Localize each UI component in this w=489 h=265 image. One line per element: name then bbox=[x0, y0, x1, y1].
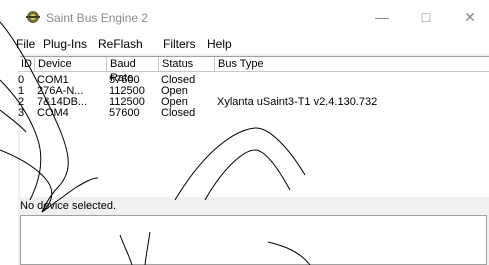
cell-status: Closed bbox=[161, 107, 196, 119]
maximize-button[interactable]: □ bbox=[416, 8, 436, 26]
menu-plug-ins[interactable]: Plug-Ins bbox=[43, 37, 87, 51]
column-header-bus-type[interactable]: Bus Type bbox=[215, 57, 489, 72]
close-button[interactable]: ✕ bbox=[460, 8, 480, 26]
column-header-device[interactable]: Device bbox=[35, 57, 107, 72]
menu-filters[interactable]: Filters bbox=[163, 37, 196, 51]
menu-reflash[interactable]: ReFlash bbox=[98, 37, 143, 51]
device-list[interactable]: ID Device Baud Rate Status Bus Type 0 CO… bbox=[18, 56, 489, 197]
column-header-id[interactable]: ID bbox=[18, 57, 35, 72]
column-header-baud-rate[interactable]: Baud Rate bbox=[107, 57, 159, 84]
status-text: No device selected. bbox=[20, 200, 116, 212]
menu-bar: File Plug-Ins ReFlash Filters Help bbox=[16, 34, 489, 54]
cell-id: 3 bbox=[18, 107, 25, 119]
cell-bus-type: Xylanta uSaint3-T1 v2.4.130.732 bbox=[217, 96, 378, 108]
app-logo-icon bbox=[26, 11, 40, 23]
menu-file[interactable]: File bbox=[16, 37, 35, 51]
app-window: Saint Bus Engine 2 — □ ✕ File Plug-Ins R… bbox=[16, 0, 489, 265]
cell-device: COM4 bbox=[37, 107, 69, 119]
menu-help[interactable]: Help bbox=[207, 37, 232, 51]
title-bar[interactable]: Saint Bus Engine 2 — □ ✕ bbox=[18, 0, 489, 34]
details-panel[interactable] bbox=[20, 215, 487, 265]
column-header-status[interactable]: Status bbox=[159, 57, 215, 72]
minimize-button[interactable]: — bbox=[372, 8, 392, 26]
cell-baud-rate: 57600 bbox=[109, 107, 140, 119]
window-title: Saint Bus Engine 2 bbox=[46, 11, 149, 25]
